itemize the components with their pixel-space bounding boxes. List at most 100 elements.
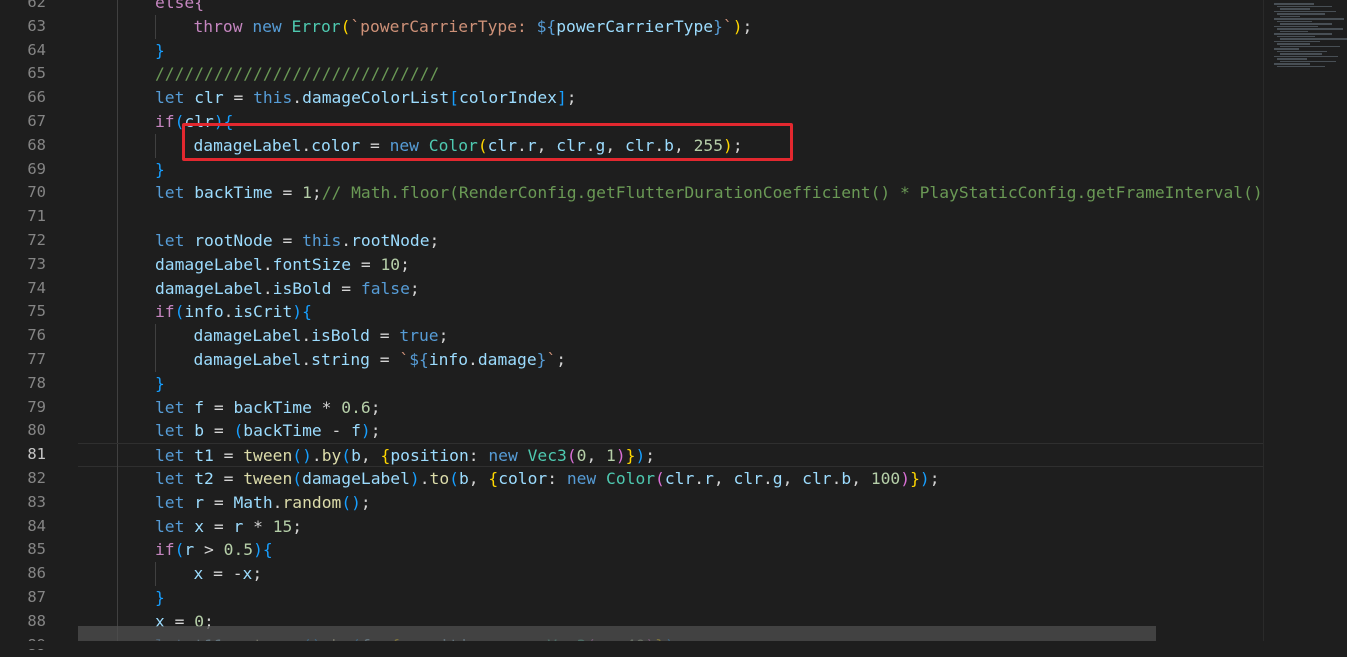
code-token: , (713, 469, 734, 488)
line-number: 77 (27, 350, 46, 368)
code-token: 100 (870, 469, 901, 488)
code-token: , (586, 446, 607, 466)
code-text: damageLabel.color = new Color(clr.r, clr… (194, 134, 743, 158)
code-line[interactable]: damageLabel.string = `${info.damage}`; (78, 348, 1263, 372)
code-token: r (233, 516, 244, 536)
code-text: } (155, 158, 165, 182)
code-line[interactable]: } (78, 586, 1263, 610)
indent-guide (116, 110, 118, 134)
indent-guide (116, 348, 118, 372)
line-number: 82 (27, 469, 46, 487)
code-token: ) (900, 469, 911, 488)
code-line[interactable]: let t2 = tween(damageLabel).to(b, {color… (78, 467, 1263, 491)
code-line[interactable]: if(info.isCrit){ (78, 300, 1263, 325)
code-line[interactable]: damageLabel.color = new Color(clr.r, clr… (78, 133, 1263, 158)
code-token: = (223, 88, 254, 108)
code-token: { (488, 469, 499, 488)
minimap-line (1277, 20, 1312, 23)
code-line[interactable]: let f = backTime * 0.6; (78, 395, 1263, 420)
code-text: damageLabel.isBold = false; (155, 277, 420, 301)
code-token: damageLabel (193, 135, 302, 155)
code-token: - (321, 421, 352, 441)
code-token: else{ (155, 0, 205, 12)
code-token: to (429, 469, 450, 488)
code-line[interactable]: let b = (backTime - f); (78, 419, 1263, 444)
code-text: let b = (backTime - f); (155, 419, 381, 443)
code-line[interactable]: let backTime = 1;// Math.floor(RenderCon… (78, 181, 1263, 206)
code-line[interactable]: damageLabel.isBold = false; (78, 276, 1263, 301)
code-line[interactable]: if(r > 0.5){ (78, 538, 1263, 563)
code-token: powerCarrierType (556, 16, 714, 36)
code-token: = (369, 350, 400, 369)
code-token: , (536, 135, 557, 155)
code-editor[interactable]: else{ throw new Error(`powerCarrierType: … (78, 0, 1263, 649)
code-token: `powerCarrierType: (350, 16, 537, 36)
code-token: ; (556, 350, 567, 369)
indent-guide (116, 514, 118, 539)
code-token: . (262, 254, 273, 274)
code-token: ` (546, 350, 557, 369)
code-token: let (155, 516, 195, 536)
code-token: = (204, 397, 234, 417)
code-text: else{ (155, 0, 204, 15)
minimap-line (1277, 58, 1307, 60)
code-token: info (428, 350, 469, 369)
code-token: Color (606, 469, 656, 488)
code-token: = (272, 231, 303, 250)
code-line[interactable]: damageLabel.fontSize = 10; (78, 252, 1263, 277)
indent-guide (155, 14, 156, 39)
code-line[interactable]: let x = r * 15; (78, 514, 1263, 539)
indent-guide (116, 300, 118, 325)
code-line[interactable]: } (78, 38, 1263, 63)
code-token: clr (556, 135, 586, 155)
code-line[interactable]: else{ (78, 0, 1263, 15)
line-number: 65 (27, 64, 46, 83)
code-token: tween (243, 446, 293, 466)
code-token: = (204, 421, 234, 441)
code-text: let backTime = 1;// Math.floor(RenderCon… (155, 181, 1263, 205)
minimap[interactable] (1263, 0, 1347, 649)
code-line[interactable]: } (78, 371, 1263, 396)
code-token: ; (732, 135, 743, 155)
code-line[interactable]: let r = Math.random(); (78, 490, 1263, 515)
code-token: 1 (606, 446, 616, 466)
code-token: clr (733, 469, 763, 488)
indent-guide (116, 205, 118, 229)
code-token: random (282, 492, 342, 512)
code-line[interactable]: if(clr){ (78, 110, 1263, 134)
code-line[interactable]: } (78, 157, 1263, 182)
horizontal-scrollbar-thumb[interactable] (78, 626, 1156, 641)
code-line[interactable] (78, 205, 1263, 229)
code-line[interactable]: x = -x; (78, 562, 1263, 586)
line-number: 76 (27, 326, 46, 345)
code-token: ( (233, 421, 244, 441)
minimap-line (1277, 5, 1332, 8)
indent-guide (155, 133, 156, 158)
code-token: ( (341, 446, 352, 466)
code-line[interactable]: let clr = this.damageColorList[colorInde… (78, 86, 1263, 110)
code-token: damageColorList (302, 88, 450, 108)
code-token: Error (291, 16, 341, 36)
code-token: . (468, 350, 478, 369)
code-token: ) (723, 135, 733, 155)
code-token: t2 (194, 469, 214, 488)
code-line[interactable]: damageLabel.isBold = true; (78, 324, 1263, 348)
code-token: . (341, 231, 352, 250)
code-line[interactable]: ///////////////////////////// (78, 62, 1263, 87)
code-line[interactable]: throw new Error(`powerCarrierType: ${pow… (78, 14, 1263, 39)
editor-bottom-edge (0, 641, 1347, 649)
code-token: ; (400, 254, 410, 274)
code-token: , (673, 135, 694, 155)
code-text: throw new Error(`powerCarrierType: ${pow… (194, 15, 753, 39)
code-line[interactable]: let t1 = tween().by(b, {position: new Ve… (78, 443, 1263, 468)
indent-guide (116, 62, 118, 87)
indent-guide (116, 444, 118, 468)
code-token: ( (449, 469, 459, 488)
line-number: 86 (27, 564, 46, 583)
code-line[interactable]: let rootNode = this.rootNode; (78, 229, 1263, 253)
code-token: new (566, 469, 607, 488)
code-token: clr (184, 112, 214, 131)
code-token: . (272, 492, 283, 512)
code-text: let r = Math.random(); (155, 491, 371, 515)
line-number: 83 (27, 492, 46, 511)
